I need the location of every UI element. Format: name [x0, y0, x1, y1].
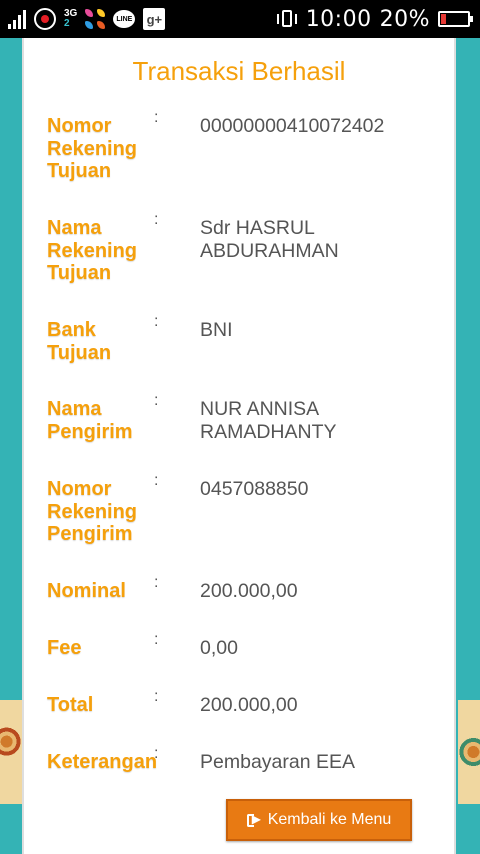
detail-label: Total — [47, 694, 94, 716]
detail-separator: : — [154, 574, 159, 591]
back-to-menu-label: Kembali ke Menu — [267, 811, 392, 828]
detail-separator: : — [154, 472, 159, 489]
detail-label: Nomor Rekening Pengirim — [47, 478, 138, 545]
batik-decoration-left — [0, 700, 22, 804]
detail-separator: : — [154, 392, 159, 409]
detail-value: 0457088850 — [200, 478, 309, 500]
detail-separator: : — [154, 688, 159, 705]
exit-icon — [246, 812, 262, 827]
line-app-icon: LINE — [113, 10, 136, 28]
clock: 10:00 — [305, 6, 372, 32]
vibrate-mode-icon — [276, 8, 298, 30]
detail-value: Pembayaran EEA — [200, 751, 356, 773]
detail-label: Bank Tujuan — [47, 319, 112, 364]
detail-value: 200.000,00 — [200, 580, 298, 602]
battery-level-fill — [441, 14, 446, 24]
detail-separator: : — [154, 211, 159, 228]
detail-value: NUR ANNISA RAMADHANTY — [200, 398, 337, 443]
detail-separator: : — [154, 313, 159, 330]
detail-separator: : — [154, 631, 159, 648]
battery-percent: 20% — [379, 6, 430, 32]
detail-label: Nama Pengirim — [47, 398, 133, 443]
notification-icons: 3G 2 LINE g+ — [0, 8, 166, 30]
system-indicators: 10:00 20% — [276, 7, 480, 32]
detail-value: 00000000410072402 — [200, 115, 385, 137]
detail-value: 0,00 — [200, 637, 238, 659]
detail-separator: : — [154, 109, 159, 126]
battery-icon — [438, 11, 473, 27]
signal-strength-icon — [8, 9, 26, 29]
detail-value: BNI — [200, 319, 233, 341]
network-3g-icon: 3G 2 — [64, 9, 77, 29]
detail-separator: : — [154, 745, 159, 762]
pinwheel-app-icon — [85, 9, 106, 29]
page-title: Transaksi Berhasil — [132, 56, 346, 86]
batik-decoration-right — [458, 700, 480, 804]
detail-label: Nominal — [47, 580, 126, 602]
detail-value: Sdr HASRUL ABDURAHMAN — [200, 217, 339, 262]
telkomsel-icon — [34, 8, 56, 30]
detail-label: Keterangan — [47, 751, 158, 773]
google-plus-icon: g+ — [143, 8, 166, 30]
receipt-card: Transaksi Berhasil Nomor Rekening Tujuan… — [22, 38, 456, 854]
detail-label: Nama Rekening Tujuan — [47, 217, 138, 284]
detail-label: Fee — [47, 637, 82, 659]
status-bar: 3G 2 LINE g+ 10:00 20% — [0, 0, 480, 38]
sim-slot-label: 2 — [64, 18, 70, 29]
detail-label: Nomor Rekening Tujuan — [47, 115, 138, 182]
detail-value: 200.000,00 — [200, 694, 298, 716]
back-to-menu-button[interactable]: Kembali ke Menu — [226, 799, 412, 841]
